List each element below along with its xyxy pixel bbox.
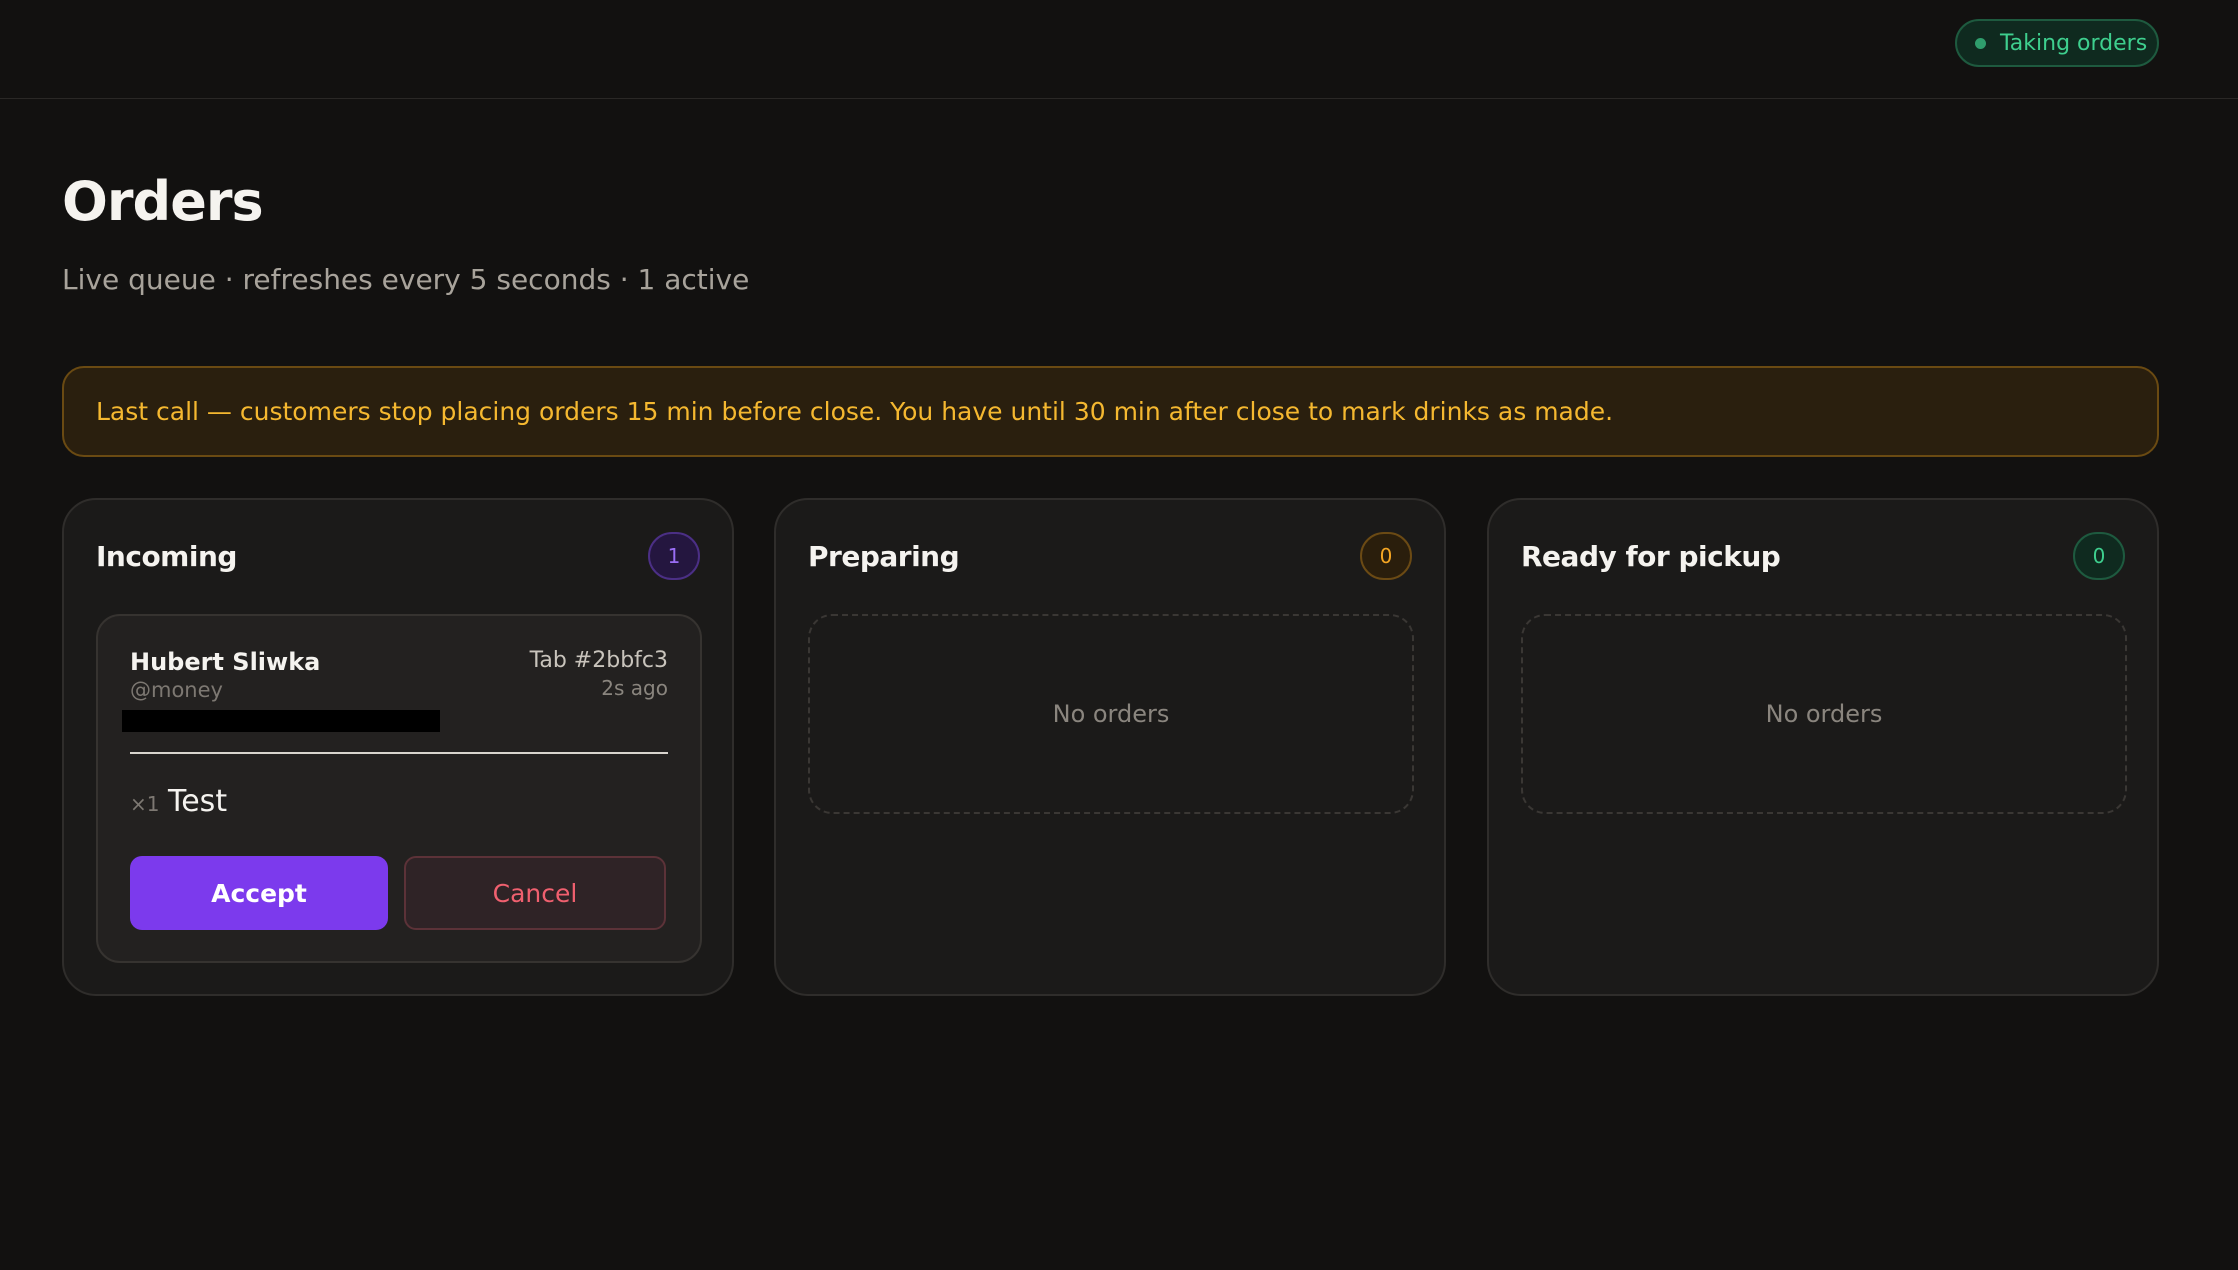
status-label: Taking orders: [2000, 30, 2148, 56]
customer-handle: @money: [130, 678, 223, 702]
redacted-block: [122, 710, 440, 732]
last-call-banner: Last call — customers stop placing order…: [62, 366, 2159, 457]
column-preparing: Preparing 0 No orders: [774, 498, 1446, 996]
column-title: Ready for pickup: [1521, 540, 1781, 573]
taking-orders-status[interactable]: Taking orders: [1955, 19, 2159, 67]
order-time: 2s ago: [601, 676, 668, 700]
empty-state-text: No orders: [1765, 700, 1883, 728]
empty-state: No orders: [808, 614, 1414, 814]
status-dot-icon: [1975, 37, 1986, 49]
cancel-button[interactable]: Cancel: [404, 856, 666, 930]
column-title: Preparing: [808, 540, 960, 573]
top-bar: Taking orders: [0, 0, 2238, 99]
count-badge: 0: [2073, 532, 2125, 580]
item-name: Test: [168, 784, 228, 819]
column-incoming: Incoming 1 Hubert Sliwka @money Tab #2bb…: [62, 498, 734, 996]
divider: [130, 752, 668, 754]
banner-text: Last call — customers stop placing order…: [96, 397, 1614, 426]
empty-state: No orders: [1521, 614, 2127, 814]
accept-button[interactable]: Accept: [130, 856, 388, 930]
page-subtitle: Live queue · refreshes every 5 seconds ·…: [62, 263, 750, 296]
count-badge: 0: [1360, 532, 1412, 580]
count-badge: 1: [648, 532, 700, 580]
column-ready-for-pickup: Ready for pickup 0 No orders: [1487, 498, 2159, 996]
customer-name: Hubert Sliwka: [130, 648, 321, 676]
order-card: Hubert Sliwka @money Tab #2bbfc3 2s ago …: [96, 614, 702, 963]
item-quantity: ×1: [130, 792, 160, 816]
column-title: Incoming: [96, 540, 237, 573]
tab-id: Tab #2bbfc3: [529, 648, 668, 673]
empty-state-text: No orders: [1052, 700, 1170, 728]
page-title: Orders: [62, 170, 264, 233]
